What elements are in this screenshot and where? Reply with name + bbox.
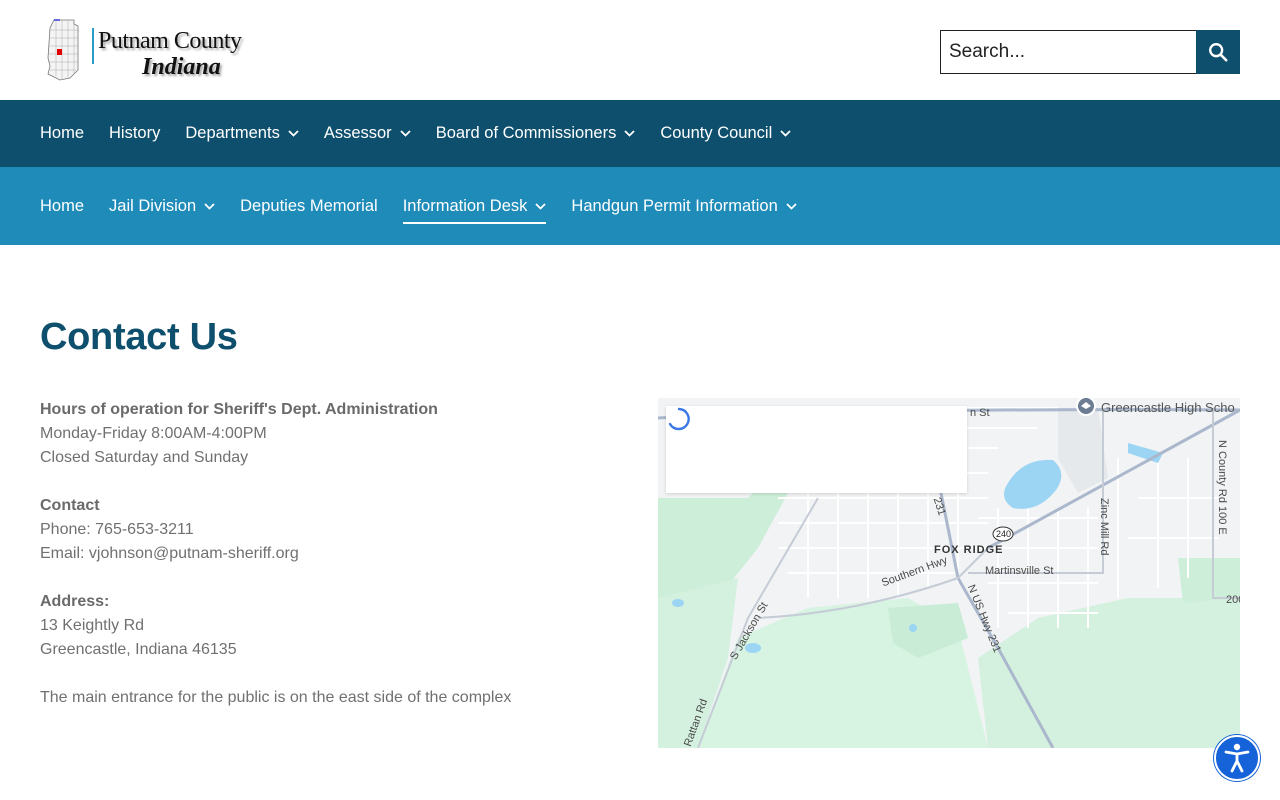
subnav-item-deputies-memorial[interactable]: Deputies Memorial: [240, 167, 378, 245]
entrance-note: The main entrance for the public is on t…: [40, 689, 512, 706]
chevron-down-icon: [786, 202, 797, 210]
nav-label: Assessor: [323, 124, 392, 142]
map-label-county-rd: N County Rd 100 E: [1216, 440, 1228, 535]
nav-label: History: [109, 124, 161, 142]
nav-item-departments[interactable]: Departments: [185, 100, 299, 167]
secondary-navigation: Home Jail Division Deputies Memorial Inf…: [0, 167, 1280, 245]
subnav-item-home[interactable]: Home: [40, 167, 84, 245]
address-city: Greencastle, Indiana 46135: [40, 641, 237, 658]
address-street: 13 Keightly Rd: [40, 617, 145, 634]
logo-text-county: Putnam County: [98, 28, 242, 54]
map-label-route-240: 240: [996, 529, 1012, 539]
subnav-item-handgun-permit-information[interactable]: Handgun Permit Information: [571, 167, 797, 245]
accessibility-button[interactable]: [1214, 735, 1260, 781]
loading-spinner-icon: [668, 407, 690, 431]
chevron-down-icon: [204, 202, 215, 210]
nav-label: County Council: [660, 124, 773, 142]
chevron-down-icon: [535, 202, 547, 210]
map-label-martinsville-st: Martinsville St: [985, 565, 1054, 577]
nav-label: Departments: [185, 124, 280, 142]
indiana-map-icon: [47, 19, 79, 81]
search-button[interactable]: [1196, 30, 1240, 74]
primary-navigation: Home History Departments Assessor Board …: [0, 100, 1280, 167]
nav-label: Deputies Memorial: [240, 196, 378, 215]
nav-item-assessor[interactable]: Assessor: [324, 100, 411, 167]
contact-email: Email: vjohnson@putnam-sheriff.org: [40, 545, 299, 562]
nav-label: Jail Division: [109, 196, 197, 215]
logo-divider: [92, 28, 94, 64]
nav-item-home[interactable]: Home: [40, 100, 84, 167]
subnav-item-jail-division[interactable]: Jail Division: [109, 167, 215, 245]
search-input[interactable]: [940, 30, 1196, 74]
chevron-down-icon: [624, 130, 635, 137]
search-form: [940, 30, 1240, 74]
chevron-down-icon: [400, 130, 411, 137]
nav-label: Board of Commissioners: [435, 124, 617, 142]
hours-heading: Hours of operation for Sheriff's Dept. A…: [40, 401, 438, 418]
hours-weekdays: Monday-Friday 8:00AM-4:00PM: [40, 425, 267, 442]
page-title: Contact Us: [40, 316, 238, 358]
address-heading: Address:: [40, 593, 110, 610]
location-map[interactable]: Greencastle High Scho FOX RIDGE Martinsv…: [658, 398, 1240, 748]
nav-item-county-council[interactable]: County Council: [660, 100, 791, 167]
site-header: Putnam County Indiana: [0, 0, 1280, 100]
logo-text-state: Indiana: [142, 54, 221, 80]
nav-label: Home: [40, 124, 85, 142]
search-icon: [1209, 43, 1228, 62]
active-underline: [402, 222, 547, 224]
map-label-n-st: n St: [970, 407, 990, 419]
map-loading-panel: [666, 406, 967, 493]
nav-item-history[interactable]: History: [109, 100, 160, 167]
subnav-item-information-desk[interactable]: Information Desk: [402, 167, 547, 245]
chevron-down-icon: [288, 130, 299, 137]
nav-label: Information Desk: [402, 196, 528, 215]
contact-heading: Contact: [40, 497, 100, 514]
nav-label: Handgun Permit Information: [571, 196, 778, 215]
chevron-down-icon: [780, 130, 791, 137]
map-label-school: Greencastle High Scho: [1101, 400, 1235, 415]
hours-weekend: Closed Saturday and Sunday: [40, 449, 249, 466]
map-label-200: 200: [1226, 594, 1240, 606]
accessibility-icon: [1224, 743, 1250, 773]
contact-phone: Phone: 765-653-3211: [40, 521, 194, 538]
contact-info: Hours of operation for Sheriff's Dept. A…: [40, 398, 600, 710]
site-logo[interactable]: Putnam County Indiana: [42, 16, 242, 84]
map-label-zinc-mill-rd: Zinc Mill Rd: [1098, 498, 1110, 556]
nav-label: Home: [40, 196, 85, 215]
nav-item-board-of-commissioners[interactable]: Board of Commissioners: [436, 100, 636, 167]
